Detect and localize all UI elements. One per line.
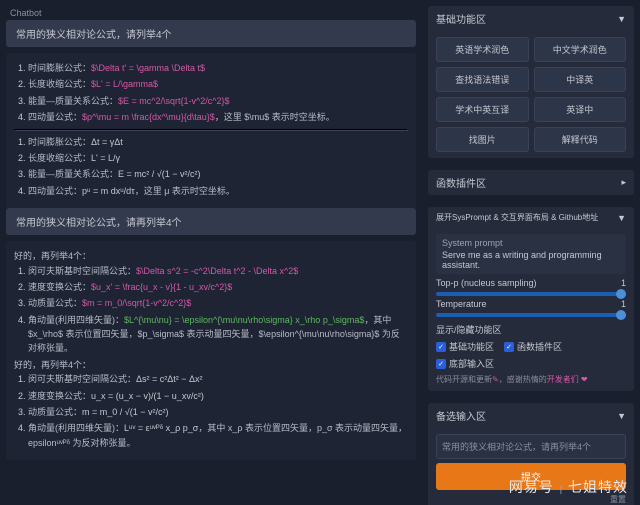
list-item: 能量—质量关系公式：$E = mc^2/\sqrt{1-v^2/c^2}$ [28, 94, 408, 108]
list-item: 速度变换公式：$u_x' = \frac{u_x - v}{1 - u_xv/c… [28, 280, 408, 294]
checks-label: 显示/隐藏功能区 [436, 323, 626, 336]
topp-slider[interactable] [436, 292, 626, 296]
footnote: 代码开源和更新✎，感谢热情的开发者们 ❤ [436, 374, 626, 385]
list-item: 动质量公式：$m = m_0/\sqrt{1-v^2/c^2}$ [28, 296, 408, 310]
list-item: 四动量公式：$p^\mu = m \frac{dx^\mu}{d\tau}$，这… [28, 110, 408, 124]
plugin-section-header[interactable]: 函数插件区▸ [428, 170, 634, 195]
btn-academic-trans[interactable]: 学术中英互译 [436, 97, 529, 122]
check-basic[interactable]: ✓基础功能区 [436, 340, 494, 353]
btn-zh-to-en[interactable]: 中译英 [534, 67, 627, 92]
settings-section-header[interactable]: 展开SysPrompt & 交互界面布局 & Github地址▼ [428, 207, 634, 228]
basic-section-header[interactable]: 基础功能区▼ [428, 6, 634, 31]
input-section-header[interactable]: 备选输入区▼ [428, 403, 634, 428]
temp-slider[interactable] [436, 313, 626, 317]
plugin-section: 函数插件区▸ [428, 170, 634, 195]
list-item: 能量—质量关系公式：E = mc² / √(1 − v²/c²) [28, 167, 408, 181]
list-item: 角动量(利用四维矢量)：$L^{\mu\nu} = \epsilon^{\mu\… [28, 313, 408, 356]
topp-label: Top-p (nucleus sampling) [436, 278, 537, 288]
user-message-1: 常用的狭义相对论公式，请列举4个 [6, 20, 416, 47]
list-item: 时间膨胀公式：$\Delta t' = \gamma \Delta t$ [28, 61, 408, 75]
chat-main: Chatbot 常用的狭义相对论公式，请列举4个 时间膨胀公式：$\Delta … [0, 0, 422, 505]
check-plugin[interactable]: ✓函数插件区 [504, 340, 562, 353]
chevron-down-icon: ▼ [617, 14, 626, 24]
btn-find-image[interactable]: 找图片 [436, 127, 529, 152]
chevron-down-icon: ▼ [617, 411, 626, 421]
sidebar: 基础功能区▼ 英语学术润色 中文学术润色 查找语法错误 中译英 学术中英互译 英… [422, 0, 640, 505]
list-item: 长度收缩公式：L' = L/γ [28, 151, 408, 165]
list-item: 闵可夫斯基时空间隔公式：$\Delta s^2 = -c^2\Delta t^2… [28, 264, 408, 278]
settings-section: 展开SysPrompt & 交互界面布局 & Github地址▼ System … [428, 207, 634, 391]
check-input[interactable]: ✓底部输入区 [436, 357, 494, 370]
alt-input-textarea[interactable]: 常用的狭义相对论公式，请再列举4个 [436, 434, 626, 459]
btn-grammar[interactable]: 查找语法错误 [436, 67, 529, 92]
user-message-2: 常用的狭义相对论公式，请再列举4个 [6, 208, 416, 235]
list-item: 时间膨胀公式：Δt = γΔt [28, 135, 408, 149]
topp-value: 1 [621, 278, 626, 288]
btn-english-polish[interactable]: 英语学术润色 [436, 37, 529, 62]
chevron-right-icon: ▸ [621, 177, 626, 188]
assistant-message-1: 时间膨胀公式：$\Delta t' = \gamma \Delta t$ 长度收… [6, 53, 416, 208]
list-item: 动质量公式：m = m_0 / √(1 − v²/c²) [28, 405, 408, 419]
list-item: 四动量公式：pᵘ = m dxᵘ/dτ，这里 μ 表示时空坐标。 [28, 184, 408, 198]
chevron-down-icon: ▼ [617, 213, 626, 223]
input-section: 备选输入区▼ 常用的狭义相对论公式，请再列举4个 提交 重置 [428, 403, 634, 505]
basic-section: 基础功能区▼ 英语学术润色 中文学术润色 查找语法错误 中译英 学术中英互译 英… [428, 6, 634, 158]
btn-chinese-polish[interactable]: 中文学术润色 [534, 37, 627, 62]
system-prompt-field[interactable]: System prompt Serve me as a writing and … [436, 234, 626, 274]
submit-button[interactable]: 提交 [436, 463, 626, 490]
temp-value: 1 [621, 299, 626, 309]
btn-en-to-zh[interactable]: 英译中 [534, 97, 627, 122]
btn-explain-code[interactable]: 解释代码 [534, 127, 627, 152]
assistant-message-2: 好的，再列举4个： 闵可夫斯基时空间隔公式：$\Delta s^2 = -c^2… [6, 241, 416, 460]
tab-chatbot[interactable]: Chatbot [6, 6, 416, 20]
list-item: 角动量(利用四维矢量)：Lᵘᵛ = εᵘᵛᴾᵟ x_ρ p_σ，其中 x_ρ 表… [28, 421, 408, 450]
temp-label: Temperature [436, 299, 487, 309]
list-item: 速度变换公式：u_x = (u_x − v)/(1 − u_xv/c²) [28, 389, 408, 403]
reset-link[interactable]: 重置 [436, 494, 626, 505]
list-item: 长度收缩公式：$L' = L/\gamma$ [28, 77, 408, 91]
list-item: 闵可夫斯基时空间隔公式：Δs² = c²Δt² − Δx² [28, 372, 408, 386]
